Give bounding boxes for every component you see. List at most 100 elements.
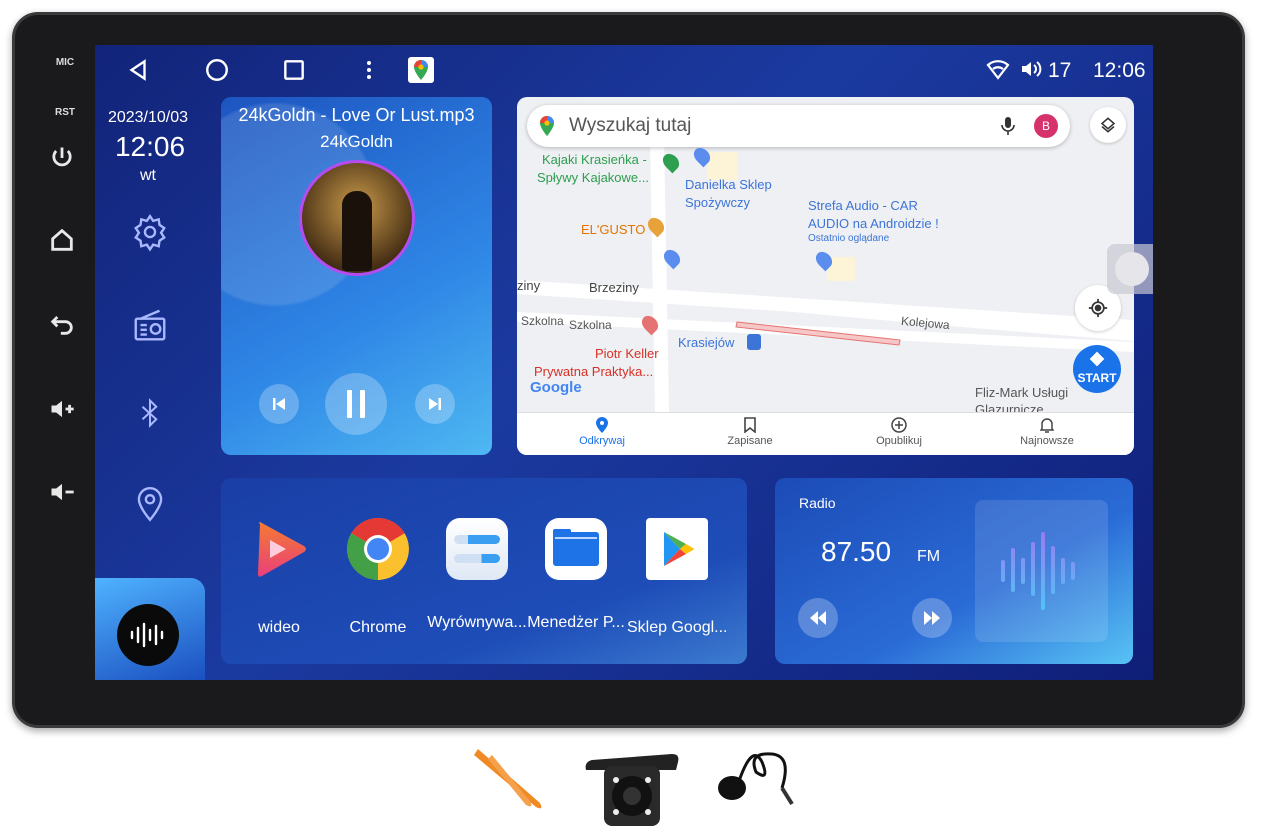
tab-label: Zapisane (727, 435, 773, 447)
trim-removal-tools-image (474, 749, 542, 809)
app-label: Chrome (349, 619, 407, 636)
clock-date: 2023/10/03 (107, 109, 189, 126)
app-label: Wyrównywa... (427, 614, 527, 631)
map-place-label[interactable]: Prywatna Praktyka... (534, 363, 653, 380)
equalizer-icon (446, 518, 508, 580)
map-place-label[interactable]: Danielka Sklep (685, 176, 772, 193)
next-track-button[interactable] (415, 384, 455, 424)
map-search-bar[interactable]: Wyszukaj tutaj B (527, 105, 1070, 147)
map-place-label[interactable]: Piotr Keller (595, 345, 659, 362)
power-icon[interactable] (48, 144, 76, 172)
more-menu-icon[interactable] (357, 57, 381, 83)
map-place-label[interactable]: Spływy Kajakowe... (537, 169, 649, 186)
map-place-label[interactable]: EL'GUSTO (581, 221, 645, 238)
radio-seek-forward-button[interactable] (912, 598, 952, 638)
street-label: ziny (517, 278, 541, 293)
bookmark-icon (675, 413, 825, 435)
layers-icon (1100, 117, 1116, 133)
map-place-label[interactable]: Strefa Audio - CAR (808, 197, 918, 214)
mic-label: MIC (55, 57, 75, 68)
wifi-icon (986, 60, 1010, 80)
street-label: Brzeziny (589, 280, 639, 295)
rewind-icon (810, 611, 826, 625)
volume-level: 17 (1048, 59, 1072, 82)
volume-down-icon[interactable] (48, 478, 76, 506)
radio-icon[interactable] (131, 305, 169, 345)
app-play-store[interactable]: Sklep Googl... (627, 518, 728, 637)
fast-forward-icon (924, 611, 940, 625)
tab-saved[interactable]: Zapisane (675, 413, 825, 447)
crosshair-icon (1088, 298, 1108, 318)
home-icon[interactable] (48, 226, 76, 254)
radio-frequency: 87.50 (821, 536, 892, 567)
rst-button[interactable]: RST (52, 107, 78, 118)
radio-band: FM (917, 548, 941, 565)
tab-label: Opublikuj (876, 435, 922, 447)
volume-up-icon[interactable] (48, 395, 76, 423)
apps-card: wideo Chrome Wyrównywa... Menedżer P... … (221, 478, 747, 664)
map-place-label[interactable]: AUDIO na Androidzie ! (808, 215, 939, 232)
skip-next-icon (429, 398, 441, 410)
video-play-icon (258, 522, 306, 577)
tab-label: Najnowsze (1020, 435, 1074, 447)
volume-icon[interactable] (1018, 57, 1044, 81)
app-equalizer[interactable]: Wyrównywa... (427, 518, 527, 632)
map-bottom-nav: Odkrywaj Zapisane Opublikuj Najnowsze (517, 412, 1134, 455)
radio-card[interactable]: Radio 87.50 FM (775, 478, 1133, 664)
song-title: 24kGoldn - Love Or Lust.mp3 (238, 105, 475, 125)
tab-explore[interactable]: Odkrywaj (527, 413, 677, 447)
skip-previous-icon (273, 398, 285, 410)
map-search-input[interactable]: Wyszukaj tutaj (569, 115, 691, 137)
start-navigation-button[interactable]: START (1073, 345, 1121, 393)
layers-button[interactable] (1090, 107, 1126, 143)
radio-seek-back-button[interactable] (798, 598, 838, 638)
map-place-label[interactable]: Spożywczy (685, 194, 750, 211)
nav-recents-icon[interactable] (281, 57, 307, 83)
status-time: 12:06 (1093, 59, 1146, 82)
app-label: Menedżer P... (527, 614, 625, 631)
app-chrome[interactable]: Chrome (328, 517, 428, 637)
previous-track-button[interactable] (259, 384, 299, 424)
explore-pin-icon (527, 413, 677, 435)
map-place-label[interactable]: Fliz-Mark Usługi (975, 384, 1068, 401)
tab-contribute[interactable]: Opublikuj (824, 413, 974, 447)
recently-viewed-label: Ostatnio oglądane (808, 233, 890, 244)
microphone-icon[interactable] (1001, 116, 1015, 136)
back-icon[interactable] (48, 310, 76, 338)
nav-home-icon[interactable] (204, 57, 230, 83)
app-label: Sklep Googl... (627, 619, 728, 636)
clock-time: 12:06 (114, 131, 186, 162)
radio-title: Radio (799, 495, 836, 511)
play-store-icon (646, 518, 708, 580)
tab-updates[interactable]: Najnowsze (972, 413, 1122, 447)
chrome-icon (346, 517, 409, 581)
google-logo: Google (530, 379, 582, 396)
rear-camera-image (585, 754, 679, 826)
clock-day: wt (140, 167, 156, 184)
floating-assistive-button[interactable] (1107, 244, 1153, 294)
music-player-card: 24kGoldn - Love Or Lust.mp3 24kGoldn (221, 97, 492, 455)
nav-back-icon[interactable] (125, 57, 151, 83)
maps-shortcut-icon[interactable] (408, 57, 434, 83)
account-avatar[interactable]: B (1034, 114, 1058, 138)
map-place-label[interactable]: Glazurnicze (975, 401, 1044, 412)
location-pin-icon[interactable] (131, 479, 169, 529)
bluetooth-icon[interactable] (135, 392, 165, 434)
street-label: Szkolna (569, 318, 612, 332)
add-circle-icon (824, 413, 974, 435)
google-maps-logo-icon (540, 116, 554, 136)
settings-gear-icon[interactable] (131, 211, 169, 253)
bell-icon (972, 413, 1122, 435)
tab-label: Odkrywaj (579, 435, 625, 447)
google-maps-widget[interactable]: Wyszukaj tutaj B Kajaki Krasieńka - Spły… (517, 97, 1134, 455)
play-pause-button[interactable] (325, 373, 387, 435)
map-place-label[interactable]: Kajaki Krasieńka - (542, 151, 647, 168)
app-file-manager[interactable]: Menedżer P... (526, 518, 626, 632)
app-video[interactable]: wideo (229, 518, 329, 637)
map-place-label[interactable]: Krasiejów (678, 334, 734, 351)
folder-icon (545, 518, 607, 580)
voice-waveform-icon[interactable] (117, 604, 179, 666)
screen: 17 12:06 2023/10/03 12:06 wt 24kGoldn - … (95, 45, 1153, 680)
directions-icon (1089, 351, 1105, 367)
train-station-icon[interactable] (747, 334, 761, 350)
